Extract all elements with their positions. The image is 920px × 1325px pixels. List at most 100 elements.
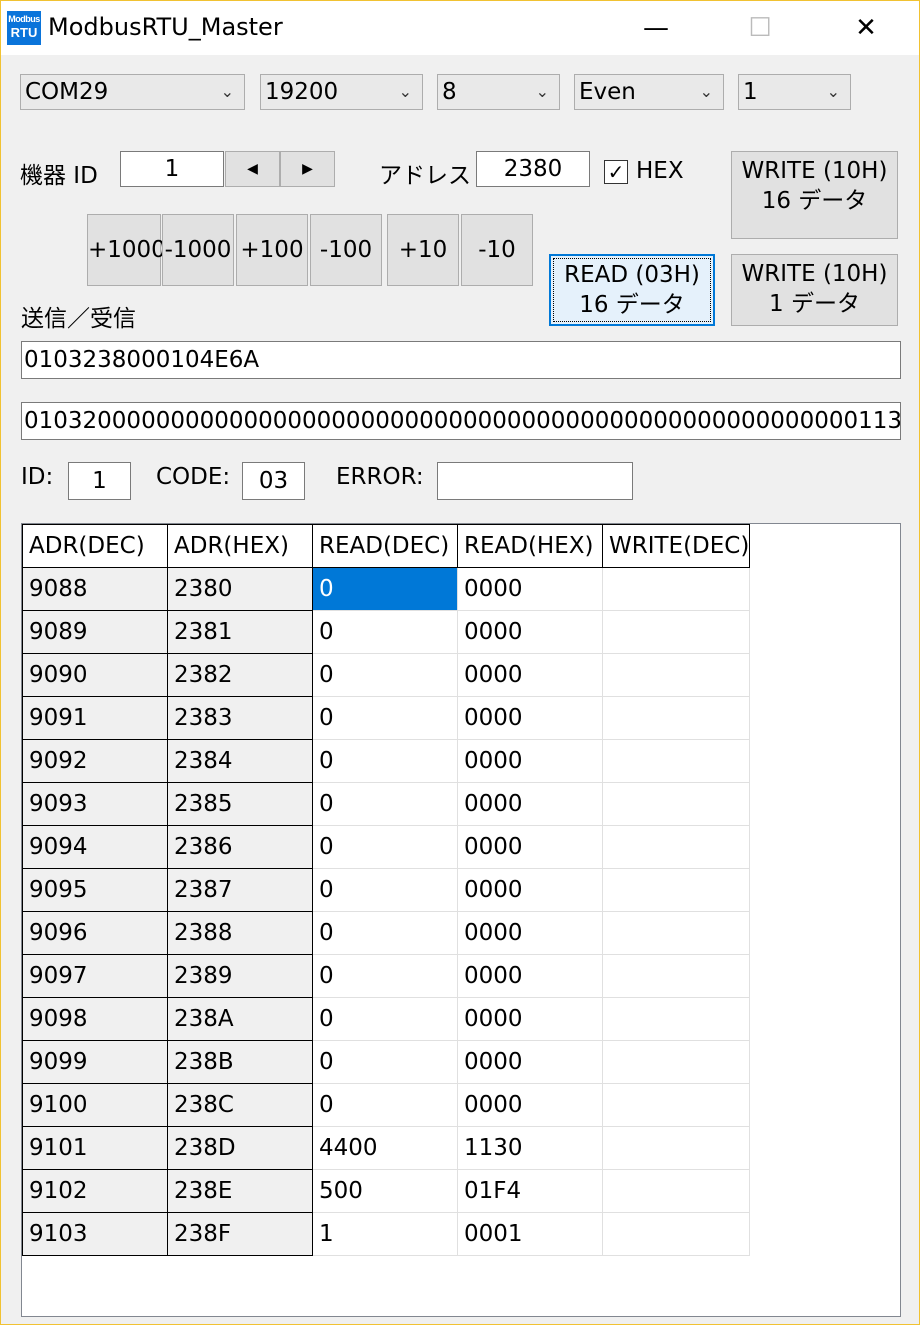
cell-read-dec[interactable]: 4400 xyxy=(312,1126,458,1170)
cell-read-dec[interactable]: 0 xyxy=(312,1040,458,1084)
column-header-read-dec[interactable]: READ(DEC) xyxy=(312,524,458,568)
write-16-data-button[interactable]: WRITE (10H) 16 データ xyxy=(731,151,898,239)
table-row[interactable]: 9097 2389 0 0000 xyxy=(22,954,751,998)
close-button[interactable]: ✕ xyxy=(831,1,901,55)
cell-write-dec[interactable] xyxy=(601,997,751,1041)
table-row[interactable]: 9091 2383 0 0000 xyxy=(22,696,751,740)
cell-read-hex[interactable]: 01F4 xyxy=(457,1169,603,1213)
table-row[interactable]: 9098 238A 0 0000 xyxy=(22,997,751,1041)
spin-left-button[interactable]: ◀ xyxy=(225,151,280,187)
table-row[interactable]: 9092 2384 0 0000 xyxy=(22,739,751,783)
hex-checkbox[interactable]: ✓ xyxy=(604,160,628,184)
cell-write-dec[interactable] xyxy=(601,911,751,955)
step-minus-10-button[interactable]: -10 xyxy=(461,214,533,286)
send-frame-input[interactable]: 0103238000104E6A xyxy=(21,341,901,379)
column-header-adr-hex[interactable]: ADR(HEX) xyxy=(167,524,313,568)
register-grid[interactable]: ADR(DEC) ADR(HEX) READ(DEC) READ(HEX) WR… xyxy=(21,523,901,1317)
baud-select[interactable]: 19200 ⌄ xyxy=(260,74,423,110)
maximize-button[interactable]: ☐ xyxy=(725,1,795,55)
receive-frame-input[interactable]: 0103200000000000000000000000000000000000… xyxy=(21,402,901,440)
title-bar[interactable]: Modbus RTU ModbusRTU_Master — ☐ ✕ xyxy=(1,1,919,55)
cell-write-dec[interactable] xyxy=(601,825,751,869)
response-id-field[interactable]: 1 xyxy=(68,462,131,500)
table-row[interactable]: 9090 2382 0 0000 xyxy=(22,653,751,697)
cell-write-dec[interactable] xyxy=(601,567,751,611)
cell-read-hex[interactable]: 0000 xyxy=(457,567,603,611)
column-header-read-hex[interactable]: READ(HEX) xyxy=(457,524,603,568)
cell-read-hex[interactable]: 0000 xyxy=(457,653,603,697)
table-row[interactable]: 9095 2387 0 0000 xyxy=(22,868,751,912)
step-minus-100-button[interactable]: -100 xyxy=(310,214,382,286)
cell-read-hex[interactable]: 0000 xyxy=(457,696,603,740)
cell-write-dec[interactable] xyxy=(601,782,751,826)
table-row[interactable]: 9103 238F 1 0001 xyxy=(22,1212,751,1256)
cell-write-dec[interactable] xyxy=(601,1212,751,1256)
databits-select[interactable]: 8 ⌄ xyxy=(437,74,560,110)
cell-read-hex[interactable]: 0000 xyxy=(457,825,603,869)
cell-read-dec[interactable]: 0 xyxy=(312,1083,458,1127)
address-input[interactable]: 2380 xyxy=(476,151,590,187)
parity-select[interactable]: Even ⌄ xyxy=(574,74,724,110)
cell-read-hex[interactable]: 0000 xyxy=(457,868,603,912)
cell-read-hex[interactable]: 1130 xyxy=(457,1126,603,1170)
cell-read-hex[interactable]: 0001 xyxy=(457,1212,603,1256)
cell-read-hex[interactable]: 0000 xyxy=(457,997,603,1041)
cell-read-dec[interactable]: 0 xyxy=(312,782,458,826)
cell-read-hex[interactable]: 0000 xyxy=(457,610,603,654)
response-error-field[interactable] xyxy=(437,462,633,500)
step-plus-100-button[interactable]: +100 xyxy=(236,214,308,286)
cell-read-hex[interactable]: 0000 xyxy=(457,911,603,955)
cell-write-dec[interactable] xyxy=(601,696,751,740)
step-plus-1000-button[interactable]: +1000 xyxy=(87,214,166,286)
cell-write-dec[interactable] xyxy=(601,868,751,912)
cell-read-dec[interactable]: 0 xyxy=(312,610,458,654)
cell-read-dec[interactable]: 0 xyxy=(312,825,458,869)
table-row[interactable]: 9088 2380 0 0000 xyxy=(22,567,751,611)
cell-write-dec[interactable] xyxy=(601,954,751,998)
cell-read-dec[interactable]: 0 xyxy=(312,567,458,611)
cell-read-dec[interactable]: 0 xyxy=(312,653,458,697)
minimize-button[interactable]: — xyxy=(621,1,691,55)
cell-write-dec[interactable] xyxy=(601,610,751,654)
hex-label[interactable]: HEX xyxy=(636,158,684,184)
cell-read-dec[interactable]: 0 xyxy=(312,868,458,912)
cell-read-hex[interactable]: 0000 xyxy=(457,739,603,783)
device-id-input[interactable]: 1 xyxy=(120,151,224,187)
cell-write-dec[interactable] xyxy=(601,1169,751,1213)
step-minus-1000-button[interactable]: -1000 xyxy=(162,214,234,286)
stopbits-select[interactable]: 1 ⌄ xyxy=(738,74,851,110)
cell-read-dec[interactable]: 1 xyxy=(312,1212,458,1256)
cell-adr-hex: 238E xyxy=(167,1169,313,1213)
spin-right-button[interactable]: ▶ xyxy=(280,151,335,187)
cell-read-hex[interactable]: 0000 xyxy=(457,1083,603,1127)
cell-read-dec[interactable]: 500 xyxy=(312,1169,458,1213)
cell-write-dec[interactable] xyxy=(601,739,751,783)
table-row[interactable]: 9089 2381 0 0000 xyxy=(22,610,751,654)
cell-read-dec[interactable]: 0 xyxy=(312,696,458,740)
table-row[interactable]: 9101 238D 4400 1130 xyxy=(22,1126,751,1170)
cell-read-dec[interactable]: 0 xyxy=(312,739,458,783)
cell-read-hex[interactable]: 0000 xyxy=(457,1040,603,1084)
port-select[interactable]: COM29 ⌄ xyxy=(20,74,245,110)
step-plus-10-button[interactable]: +10 xyxy=(387,214,459,286)
cell-read-hex[interactable]: 0000 xyxy=(457,954,603,998)
cell-write-dec[interactable] xyxy=(601,1040,751,1084)
cell-write-dec[interactable] xyxy=(601,1126,751,1170)
cell-read-dec[interactable]: 0 xyxy=(312,911,458,955)
table-row[interactable]: 9094 2386 0 0000 xyxy=(22,825,751,869)
cell-write-dec[interactable] xyxy=(601,653,751,697)
read-16-data-button[interactable]: READ (03H) 16 データ xyxy=(549,254,715,326)
cell-read-dec[interactable]: 0 xyxy=(312,997,458,1041)
column-header-write-dec[interactable]: WRITE(DEC) xyxy=(601,524,751,568)
table-row[interactable]: 9099 238B 0 0000 xyxy=(22,1040,751,1084)
table-row[interactable]: 9093 2385 0 0000 xyxy=(22,782,751,826)
table-row[interactable]: 9100 238C 0 0000 xyxy=(22,1083,751,1127)
cell-read-hex[interactable]: 0000 xyxy=(457,782,603,826)
cell-read-dec[interactable]: 0 xyxy=(312,954,458,998)
write-1-data-button[interactable]: WRITE (10H) 1 データ xyxy=(731,254,898,326)
table-row[interactable]: 9096 2388 0 0000 xyxy=(22,911,751,955)
table-row[interactable]: 9102 238E 500 01F4 xyxy=(22,1169,751,1213)
response-code-field[interactable]: 03 xyxy=(242,462,305,500)
cell-write-dec[interactable] xyxy=(601,1083,751,1127)
column-header-adr-dec[interactable]: ADR(DEC) xyxy=(22,524,168,568)
